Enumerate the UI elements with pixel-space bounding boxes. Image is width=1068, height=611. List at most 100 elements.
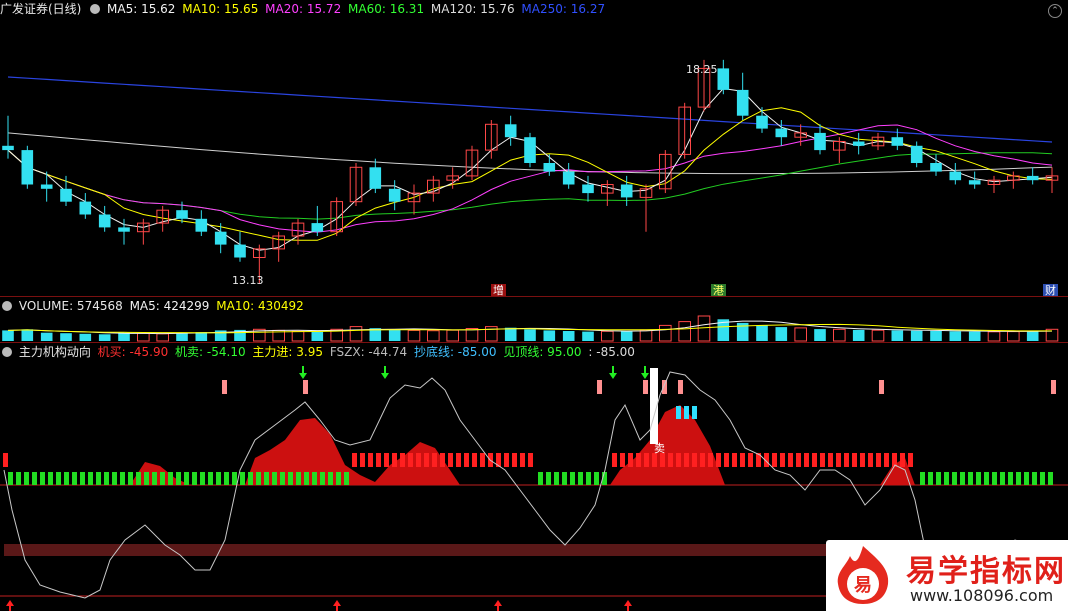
- volume-bar: [291, 330, 305, 342]
- volume-bar: [407, 329, 421, 342]
- signal-red-bar: [804, 453, 809, 467]
- signal-green-bar: [272, 472, 277, 485]
- signal-green-bar: [554, 472, 559, 485]
- candle-body: [930, 163, 942, 172]
- signal-red-bar: [400, 453, 405, 467]
- volume-pane-header: VOLUME: 574568 MA5: 424299 MA10: 430492: [0, 298, 1068, 314]
- signal-green-bar: [48, 472, 53, 485]
- signal-red-bar: [440, 453, 445, 467]
- signal-red-bar: [908, 453, 913, 467]
- candle-body: [79, 201, 92, 215]
- signal-green-bar: [144, 472, 149, 485]
- signal-red-bar: [636, 453, 641, 467]
- signal-green-bar: [344, 472, 349, 485]
- signal-red-bar: [900, 453, 905, 467]
- signal-red-bar: [408, 453, 413, 467]
- signal-green-bar: [152, 472, 157, 485]
- volume-bar: [388, 329, 401, 341]
- volume-bar: [349, 326, 363, 342]
- signal-green-bar: [168, 472, 173, 485]
- sell-marker-label: 卖: [654, 442, 665, 455]
- signal-green-bar: [538, 472, 543, 485]
- volume-ma5-label: MA5: 424299: [129, 299, 210, 313]
- candle-body: [814, 132, 826, 151]
- signal-red-bar: [456, 453, 461, 467]
- signal-green-bar: [32, 472, 37, 485]
- candle-body: [910, 145, 923, 163]
- volume-bar: [910, 330, 923, 341]
- signal-red-bar: [884, 453, 889, 467]
- pink-marker: [879, 380, 884, 394]
- candle-body: [543, 163, 556, 172]
- candle-body: [388, 188, 401, 202]
- signal-green-bar: [96, 472, 101, 485]
- volume-bar: [98, 334, 111, 341]
- candle-body: [775, 128, 788, 138]
- indicator-menu-icon[interactable]: [2, 347, 12, 357]
- volume-bar: [21, 329, 34, 341]
- ma10-line: [7, 107, 1053, 241]
- candle-body: [214, 231, 227, 245]
- candle-body: [968, 180, 981, 185]
- signal-red-bar: [360, 453, 365, 467]
- signal-red-bar: [852, 453, 857, 467]
- signal-red-bar: [860, 453, 865, 467]
- signal-green-bar: [8, 472, 13, 485]
- volume-bar: [1026, 331, 1039, 341]
- signal-red-bar: [788, 453, 793, 467]
- signal-green-bar: [1024, 472, 1029, 485]
- volume-bar: [582, 331, 594, 341]
- pink-marker: [222, 380, 227, 394]
- signal-red-bar: [812, 453, 817, 467]
- signal-red-bar: [748, 453, 753, 467]
- signal-green-bar: [1040, 472, 1045, 485]
- signal-green-bar: [304, 472, 309, 485]
- candle-body: [234, 244, 246, 258]
- signal-red-bar: [384, 453, 389, 467]
- volume-bar: [930, 331, 942, 341]
- signal-green-bar: [586, 472, 591, 485]
- signal-green-bar: [216, 472, 221, 485]
- volume-menu-icon[interactable]: [2, 301, 12, 311]
- candle-body: [891, 137, 904, 146]
- volume-bar: [2, 330, 14, 341]
- volume-bar: [60, 333, 72, 341]
- candle-body: [620, 184, 633, 198]
- signal-green-bar: [24, 472, 29, 485]
- low-price-label: 13.13: [232, 274, 264, 287]
- candle-body: [852, 141, 865, 146]
- volume-bar: [775, 327, 788, 341]
- signal-red-bar: [724, 453, 729, 467]
- volume-bar: [427, 330, 440, 342]
- signal-green-bar: [112, 472, 117, 485]
- signal-red-bar: [376, 453, 381, 467]
- candle-body: [98, 214, 111, 228]
- signal-green-bar: [184, 472, 189, 485]
- signal-red-bar: [876, 453, 881, 467]
- signal-green-bar: [232, 472, 237, 485]
- signal-red-bar: [432, 453, 437, 467]
- signal-red-bar: [528, 453, 533, 467]
- signal-green-bar: [968, 472, 973, 485]
- signal-red-bar: [708, 453, 713, 467]
- signal-green-bar: [960, 472, 965, 485]
- candle-body: [2, 145, 14, 151]
- signal-green-bar: [562, 472, 567, 485]
- signal-green-bar: [88, 472, 93, 485]
- signal-green-bar: [136, 472, 141, 485]
- signal-green-bar: [1048, 472, 1053, 485]
- volume-bar: [891, 330, 904, 341]
- volume-bar: [871, 329, 885, 342]
- signal-red-bar: [676, 453, 681, 467]
- signal-red-bar: [644, 453, 649, 467]
- signal-green-bar: [594, 472, 599, 485]
- signal-red-bar: [732, 453, 737, 467]
- volume-bar: [118, 332, 130, 341]
- buy-arrow-icon: [381, 373, 389, 379]
- signal-green-bar: [570, 472, 575, 485]
- pink-marker: [303, 380, 308, 394]
- signal-green-bar: [104, 472, 109, 485]
- signal-red-bar: [700, 453, 705, 467]
- pink-marker: [597, 380, 602, 394]
- signal-red-bar: [740, 453, 745, 467]
